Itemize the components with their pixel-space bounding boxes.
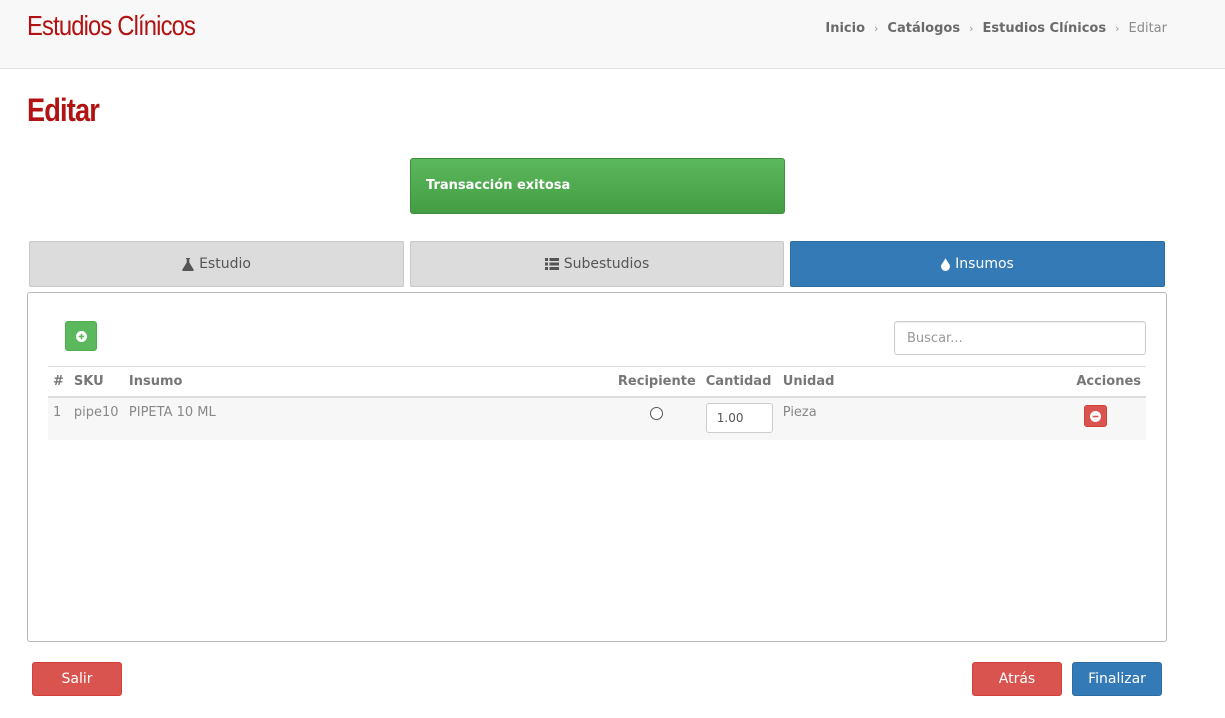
col-recipiente: Recipiente <box>612 366 701 398</box>
breadcrumb: Inicio › Catálogos › Estudios Clínicos ›… <box>825 21 1167 36</box>
flask-icon <box>182 257 194 271</box>
cantidad-input[interactable] <box>705 403 773 433</box>
col-unidad: Unidad <box>777 366 978 398</box>
list-icon <box>544 258 559 270</box>
breadcrumb-editar: Editar <box>1128 21 1168 36</box>
row-acciones <box>977 397 1146 440</box>
insumos-panel: # SKU Insumo Recipiente Cantidad Unidad … <box>27 292 1167 642</box>
droplet-icon <box>941 257 951 271</box>
row-recipiente <box>612 397 701 440</box>
tab-subestudios-label: Subestudios <box>563 256 650 272</box>
col-sku: SKU <box>68 366 124 398</box>
tab-insumos[interactable]: Insumos <box>790 241 1165 287</box>
chevron-right-icon: › <box>874 22 879 35</box>
success-alert: Transacción exitosa <box>410 158 785 214</box>
col-insumo: Insumo <box>123 366 613 398</box>
col-num: # <box>48 366 69 398</box>
insumos-table: # SKU Insumo Recipiente Cantidad Unidad … <box>48 366 1146 440</box>
plus-circle-icon <box>75 330 87 342</box>
tab-estudio[interactable]: Estudio <box>29 241 404 287</box>
back-button[interactable]: Atrás <box>972 662 1062 696</box>
breadcrumb-catalogos[interactable]: Catálogos <box>887 21 960 36</box>
tab-insumos-label: Insumos <box>955 256 1014 272</box>
recipiente-radio[interactable] <box>650 407 664 420</box>
minus-circle-icon <box>1090 410 1101 422</box>
row-insumo: PIPETA 10 ML <box>123 397 613 440</box>
row-unidad: Pieza <box>777 397 978 440</box>
row-num: 1 <box>48 397 69 440</box>
add-insumo-button[interactable] <box>65 321 97 351</box>
page-title: Editar <box>27 92 100 128</box>
chevron-right-icon: › <box>969 22 974 35</box>
tab-estudio-label: Estudio <box>199 256 251 272</box>
remove-insumo-button[interactable] <box>1084 405 1107 427</box>
col-acciones: Acciones <box>977 366 1146 398</box>
table-row: 1 pipe10 PIPETA 10 ML Pieza <box>48 397 1146 440</box>
top-header: Estudios Clínicos Inicio › Catálogos › E… <box>0 0 1225 69</box>
app-title: Estudios Clínicos <box>27 10 196 41</box>
breadcrumb-estudios-clinicos[interactable]: Estudios Clínicos <box>983 21 1107 36</box>
table-header-row: # SKU Insumo Recipiente Cantidad Unidad … <box>48 366 1146 398</box>
search-input[interactable] <box>894 321 1146 355</box>
finish-button[interactable]: Finalizar <box>1072 662 1162 696</box>
row-sku: pipe10 <box>68 397 124 440</box>
col-cantidad: Cantidad <box>700 366 778 398</box>
row-cantidad <box>700 397 778 440</box>
chevron-right-icon: › <box>1115 22 1120 35</box>
tab-subestudios[interactable]: Subestudios <box>410 241 784 287</box>
breadcrumb-inicio[interactable]: Inicio <box>825 21 865 36</box>
exit-button[interactable]: Salir <box>32 662 122 696</box>
